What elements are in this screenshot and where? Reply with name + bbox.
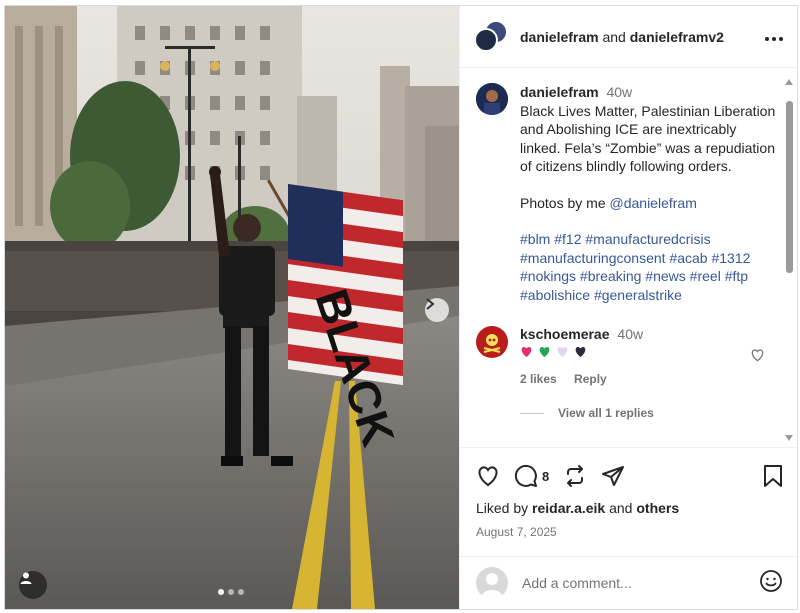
comment-likes-count[interactable]: 2 likes xyxy=(520,372,557,386)
photos-credit: Photos by me @danielefram xyxy=(520,194,780,213)
skull-icon xyxy=(483,334,501,353)
comment-username[interactable]: kschoemerae xyxy=(520,326,610,342)
next-photo-button[interactable] xyxy=(425,298,449,322)
comment-meta: 2 likes Reply xyxy=(520,372,643,386)
smiley-icon xyxy=(760,569,782,592)
authors-and: and xyxy=(602,28,626,45)
emoji-button[interactable] xyxy=(759,569,783,598)
hashtags[interactable]: #blm #f12 #manufacturedcrisis #manufactu… xyxy=(520,230,780,304)
avatar xyxy=(474,27,498,52)
comment-body: kschoemerae 40w 2 likes Reply xyxy=(520,326,643,386)
comments-scroll-area[interactable]: danielefram 40w Black Lives Matter, Pale… xyxy=(460,69,799,447)
caption-text-block: danielefram 40w Black Lives Matter, Pale… xyxy=(520,83,780,176)
bookmark-icon xyxy=(764,465,782,487)
user-icon xyxy=(20,572,32,584)
scrollbar-thumb[interactable] xyxy=(786,101,793,273)
comment-input[interactable] xyxy=(522,575,759,591)
caption-body: danielefram 40w Black Lives Matter, Pale… xyxy=(520,83,780,304)
heart-outline-icon xyxy=(751,349,764,362)
post-photo: BLACK xyxy=(5,6,459,609)
reply-button[interactable]: Reply xyxy=(574,372,607,386)
default-avatar-icon xyxy=(480,573,504,599)
share-button[interactable] xyxy=(601,464,625,488)
carousel-indicators xyxy=(218,589,244,595)
liked-by-and: and xyxy=(609,500,633,516)
comment-time: 40w xyxy=(617,326,644,342)
photos-by-label: Photos by me xyxy=(520,194,606,211)
view-replies-label: View all 1 replies xyxy=(558,406,654,420)
avatar[interactable] xyxy=(476,326,508,358)
like-button[interactable] xyxy=(476,465,500,487)
caption-time: 40w xyxy=(606,84,633,100)
scroll-up-arrow[interactable] xyxy=(785,79,793,85)
heart-icon xyxy=(521,347,532,357)
repost-icon xyxy=(567,465,584,487)
comment-button[interactable]: 8 xyxy=(514,464,549,488)
comment-header: kschoemerae 40w xyxy=(520,326,643,342)
save-button[interactable] xyxy=(763,464,783,488)
repost-button[interactable] xyxy=(563,464,587,488)
heart-icon xyxy=(575,347,586,357)
comment-count: 8 xyxy=(542,468,550,484)
liked-by-user-link[interactable]: reidar.a.eik xyxy=(532,500,605,516)
post-actions: 8 Liked by reidar.a.eik and others Augus… xyxy=(460,447,799,539)
comment-hearts xyxy=(520,346,643,358)
photos-by-handle-link[interactable]: @danielefram xyxy=(610,195,697,211)
scroll-down-arrow[interactable] xyxy=(785,435,793,441)
carousel-dot-2 xyxy=(228,589,234,595)
post-modal: BLACK danielefram and danielefram​v2 xyxy=(4,5,799,610)
more-horizontal-icon xyxy=(765,37,783,41)
comment-item: kschoemerae 40w 2 likes Reply xyxy=(460,304,799,386)
street-protest-photo: BLACK xyxy=(5,6,459,609)
author-link-1[interactable]: danielefram xyxy=(520,29,599,45)
heart-icon xyxy=(557,347,568,357)
more-options-button[interactable] xyxy=(764,26,784,47)
caption-username[interactable]: danielefram xyxy=(520,84,599,100)
comment-like-button[interactable] xyxy=(750,348,765,367)
post-caption: danielefram 40w Black Lives Matter, Pale… xyxy=(460,69,799,304)
add-comment-bar xyxy=(460,556,799,609)
collab-avatars[interactable] xyxy=(474,19,508,54)
action-icons-row: 8 xyxy=(476,462,783,490)
post-date[interactable]: August 7, 2025 xyxy=(476,525,783,539)
tagged-users-button[interactable] xyxy=(19,571,47,599)
comment-bubble-icon xyxy=(514,464,537,487)
avatar[interactable] xyxy=(476,83,508,115)
divider xyxy=(520,412,544,414)
liked-by-others-link[interactable]: others xyxy=(636,500,679,516)
post-header: danielefram and danielefram​v2 xyxy=(460,6,798,68)
view-replies-button[interactable]: View all 1 replies xyxy=(460,386,799,420)
avatar-photo xyxy=(476,83,508,115)
heart-outline-icon xyxy=(478,466,498,487)
caption-text: Black Lives Matter, Palestinian Liberati… xyxy=(520,102,776,175)
paper-plane-icon xyxy=(602,466,625,486)
liked-by: Liked by reidar.a.eik and others xyxy=(476,500,783,516)
post-authors: danielefram and danielefram​v2 xyxy=(520,29,724,45)
liked-by-prefix: Liked by xyxy=(476,500,529,516)
chevron-right-icon xyxy=(426,298,435,310)
heart-icon xyxy=(539,347,550,357)
carousel-dot-1 xyxy=(218,589,224,595)
carousel-dot-3 xyxy=(238,589,244,595)
author-link-2[interactable]: danielefram​v2 xyxy=(630,29,724,45)
post-side-panel: danielefram and danielefram​v2 danielefr… xyxy=(459,6,799,609)
comments-scrollbar[interactable] xyxy=(785,79,793,441)
avatar xyxy=(476,567,508,599)
